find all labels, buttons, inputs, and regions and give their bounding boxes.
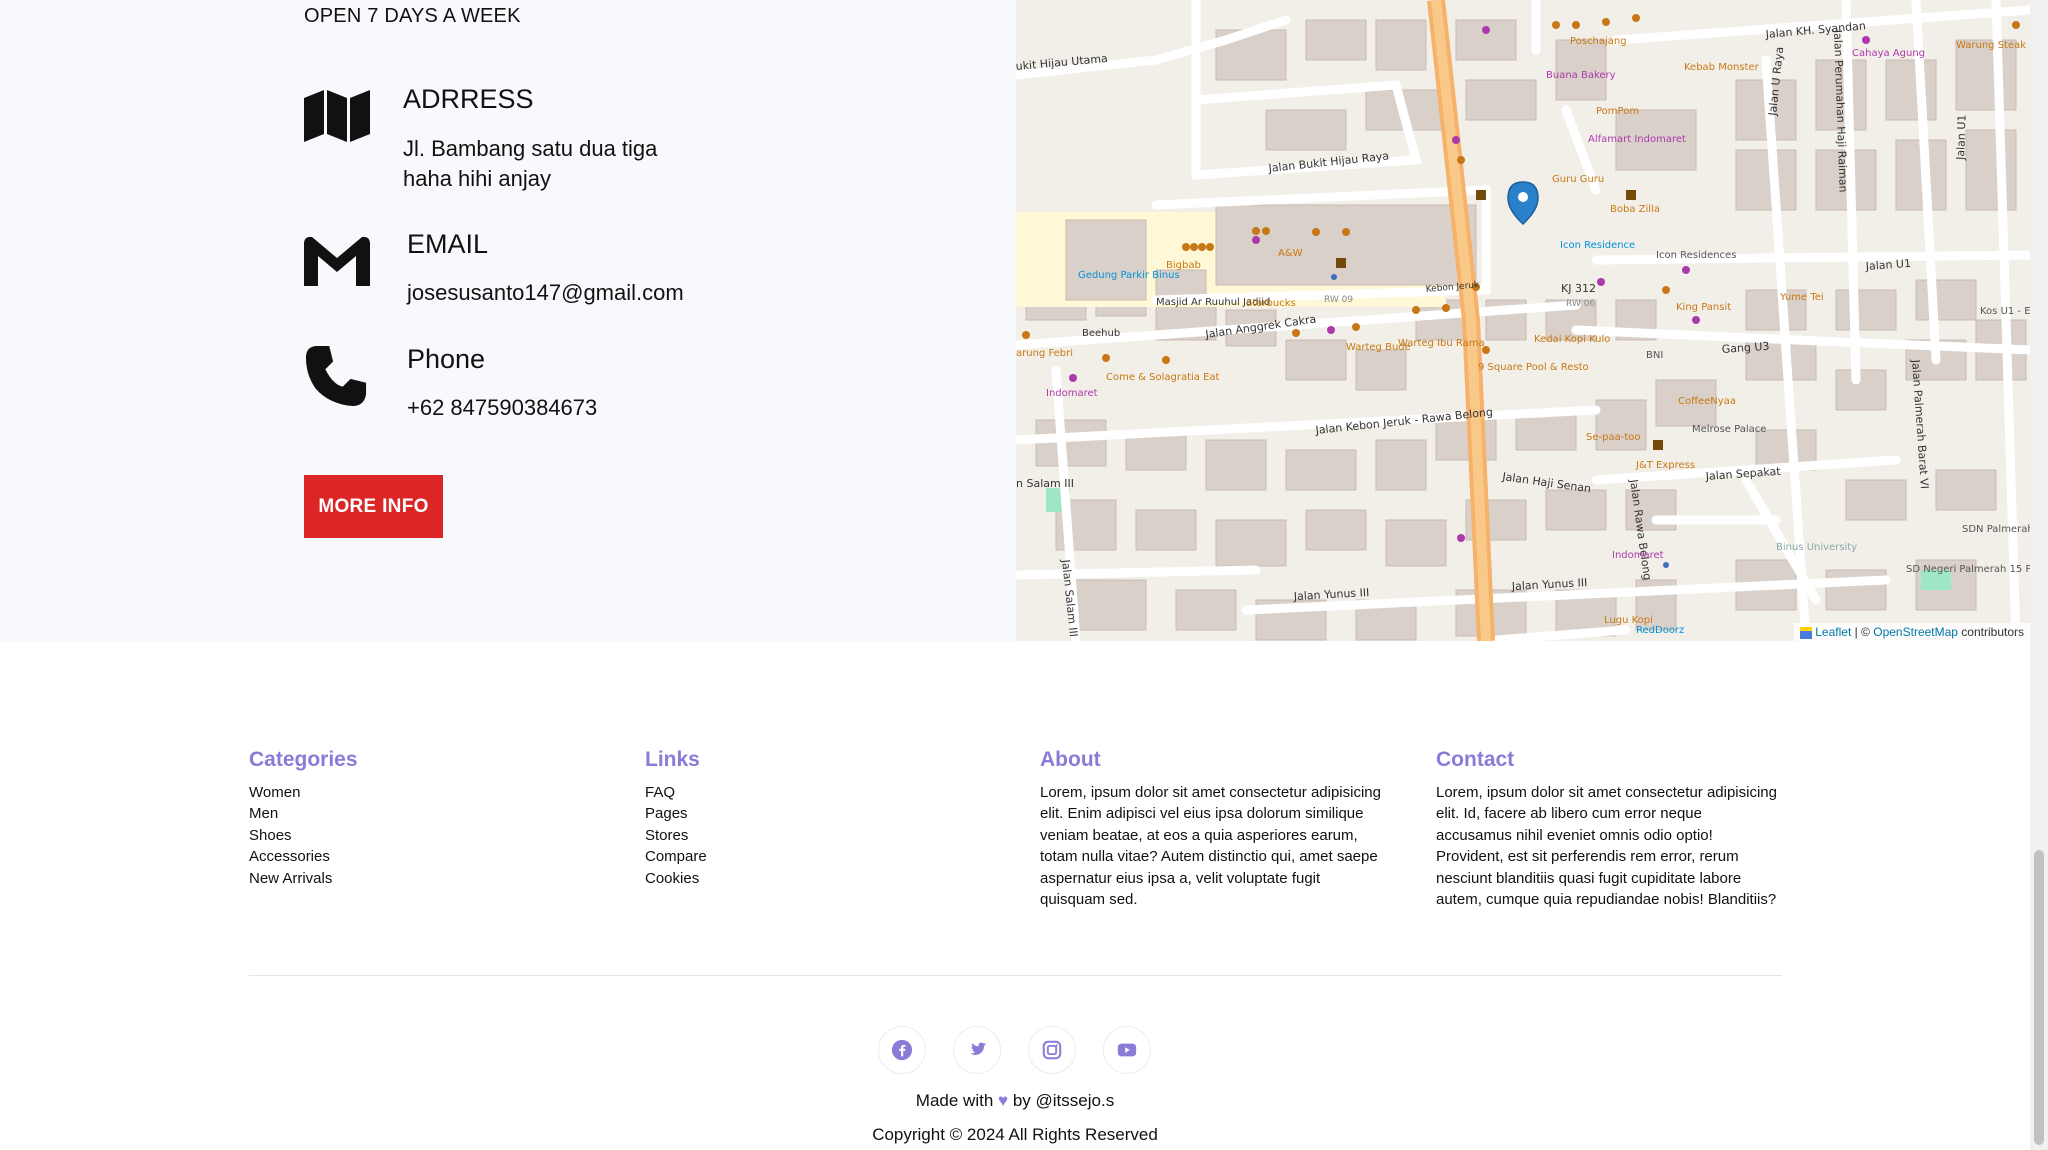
attribution-separator: | © <box>1851 625 1874 639</box>
leaflet-link[interactable]: Leaflet <box>1815 625 1851 639</box>
poi-label: SDN Palmerah 21 dan 22 Pagi <box>1962 524 2030 535</box>
poi-label: Buana Bakery <box>1546 70 1616 81</box>
footer-contact-text: Lorem, ipsum dolor sit amet consectetur … <box>1436 784 1777 909</box>
made-with-line: Made with ♥ by @itssejo.s <box>0 1091 2030 1111</box>
footer-divider <box>249 975 1782 976</box>
street-label: Jalan U1 <box>1954 114 1969 161</box>
poi-label: Kos U1 - Evolet Residen <box>1980 306 2030 317</box>
footer-about: About Lorem, ipsum dolor sit amet consec… <box>1040 748 1385 910</box>
poi-label: Se-paa-too <box>1586 432 1640 443</box>
poi-label: Binus University <box>1776 542 1857 553</box>
more-info-button[interactable]: MORE INFO <box>304 475 443 538</box>
poi-label: 9 Square Pool & Resto <box>1478 362 1589 373</box>
poi-label: Icon Residence <box>1560 240 1635 251</box>
footer-contact-title: Contact <box>1436 748 1515 771</box>
heart-icon: ♥ <box>998 1091 1009 1110</box>
facebook-icon <box>891 1039 913 1061</box>
poi-label: Poschajang <box>1570 36 1627 47</box>
page-scrollbar[interactable] <box>2030 0 2048 1150</box>
poi-label: Icon Residences <box>1656 250 1736 261</box>
footer-links: Links FAQ Pages Stores Compare Cookies <box>645 748 1005 889</box>
phone-value: +62 847590384673 <box>407 395 598 420</box>
gmail-icon <box>304 236 370 286</box>
made-with-text: Made with <box>915 1091 994 1110</box>
poi-label: King Pansit <box>1676 302 1731 313</box>
poi-label: Kebab Monster <box>1684 62 1760 73</box>
footer-links-title: Links <box>645 748 700 771</box>
poi-label: J&T Express <box>1635 460 1695 471</box>
poi-label: BNI <box>1646 350 1663 361</box>
footer-link-women[interactable]: Women <box>249 782 609 803</box>
address-line1: Jl. Bambang satu dua tiga <box>403 136 658 161</box>
address-line2: haha hihi anjay <box>403 166 552 191</box>
footer-link-pages[interactable]: Pages <box>645 803 1005 824</box>
footer-link-compare[interactable]: Compare <box>645 846 1005 867</box>
address-title: ADRRESS <box>403 84 534 114</box>
street-label: n Salam III <box>1016 477 1074 490</box>
poi-label: arung Febri <box>1016 348 1073 359</box>
poi-label: Come & Solagratia Eat <box>1106 372 1220 383</box>
footer-link-shoes[interactable]: Shoes <box>249 825 609 846</box>
twitter-button[interactable] <box>953 1026 1001 1074</box>
footer-link-cookies[interactable]: Cookies <box>645 868 1005 889</box>
poi-label: PomPom <box>1596 106 1639 117</box>
street-label: RW 09 <box>1324 295 1353 305</box>
poi-label: CoffeeNyaa <box>1678 396 1736 407</box>
poi-label: Starbucks <box>1246 298 1296 309</box>
map-icon <box>304 90 370 142</box>
footer-link-accessories[interactable]: Accessories <box>249 846 609 867</box>
leaflet-flag-icon <box>1800 626 1813 639</box>
scrollbar-thumb[interactable] <box>2034 850 2044 1145</box>
open-days-text: OPEN 7 DAYS A WEEK <box>304 5 521 27</box>
footer-categories: Categories Women Men Shoes Accessories N… <box>249 748 609 889</box>
poi-label: Guru Guru <box>1552 174 1604 185</box>
instagram-button[interactable] <box>1028 1026 1076 1074</box>
poi-label: SD Negeri Palmerah 15 Pagi <box>1906 564 2030 575</box>
author-handle: by @itssejo.s <box>1012 1091 1115 1110</box>
footer-about-title: About <box>1040 748 1101 771</box>
street-label: KJ 312 <box>1561 282 1596 295</box>
facebook-button[interactable] <box>878 1026 926 1074</box>
poi-label: Warteg Ibu Rama <box>1398 338 1485 349</box>
footer-link-stores[interactable]: Stores <box>645 825 1005 846</box>
poi-label: Warung Steak 76 <box>1956 40 2030 51</box>
copyright-text: Copyright © 2024 All Rights Reserved <box>872 1125 1158 1144</box>
footer-about-text: Lorem, ipsum dolor sit amet consectetur … <box>1040 784 1381 909</box>
footer-contact: Contact Lorem, ipsum dolor sit amet cons… <box>1436 748 1781 910</box>
twitter-icon <box>970 1042 987 1055</box>
email-value: josesusanto147@gmail.com <box>407 280 684 305</box>
osm-link[interactable]: OpenStreetMap <box>1873 625 1958 639</box>
poi-label: Beehub <box>1082 328 1120 339</box>
poi-label: Yume Tei <box>1779 292 1824 303</box>
map-canvas[interactable]: ukit Hijau Utama Jalan Bukit Hijau Raya … <box>1016 0 2030 641</box>
phone-title: Phone <box>407 344 486 374</box>
instagram-icon <box>1042 1040 1062 1060</box>
youtube-button[interactable] <box>1103 1026 1151 1074</box>
poi-label: Kedai Kopi Kulo <box>1534 334 1610 345</box>
map-view[interactable]: ukit Hijau Utama Jalan Bukit Hijau Raya … <box>1016 0 2030 641</box>
poi-label: Cahaya Agung <box>1852 48 1925 59</box>
poi-label: A&W <box>1278 248 1303 259</box>
youtube-icon <box>1117 1043 1137 1057</box>
footer-link-men[interactable]: Men <box>249 803 609 824</box>
social-links <box>878 1026 1151 1076</box>
poi-label: Alfamart Indomaret <box>1588 134 1686 145</box>
poi-label: Gedung Parkir Binus <box>1078 270 1180 281</box>
poi-label: Indomaret <box>1612 550 1664 561</box>
poi-label: Melrose Palace <box>1692 424 1766 435</box>
footer-link-new-arrivals[interactable]: New Arrivals <box>249 868 609 889</box>
poi-label: Boba Zilla <box>1610 204 1660 215</box>
email-title: EMAIL <box>407 229 489 259</box>
poi-label: Indomaret <box>1046 388 1098 399</box>
map-attribution: Leaflet | © OpenStreetMap contributors <box>1794 623 2030 641</box>
street-label: RW 06 <box>1566 299 1595 309</box>
poi-label: Bigbab <box>1166 260 1201 271</box>
poi-label: RedDoorz <box>1636 625 1684 636</box>
footer-categories-title: Categories <box>249 748 358 771</box>
phone-icon <box>305 345 367 407</box>
footer-link-faq[interactable]: FAQ <box>645 782 1005 803</box>
attribution-contributors: contributors <box>1957 625 2024 639</box>
